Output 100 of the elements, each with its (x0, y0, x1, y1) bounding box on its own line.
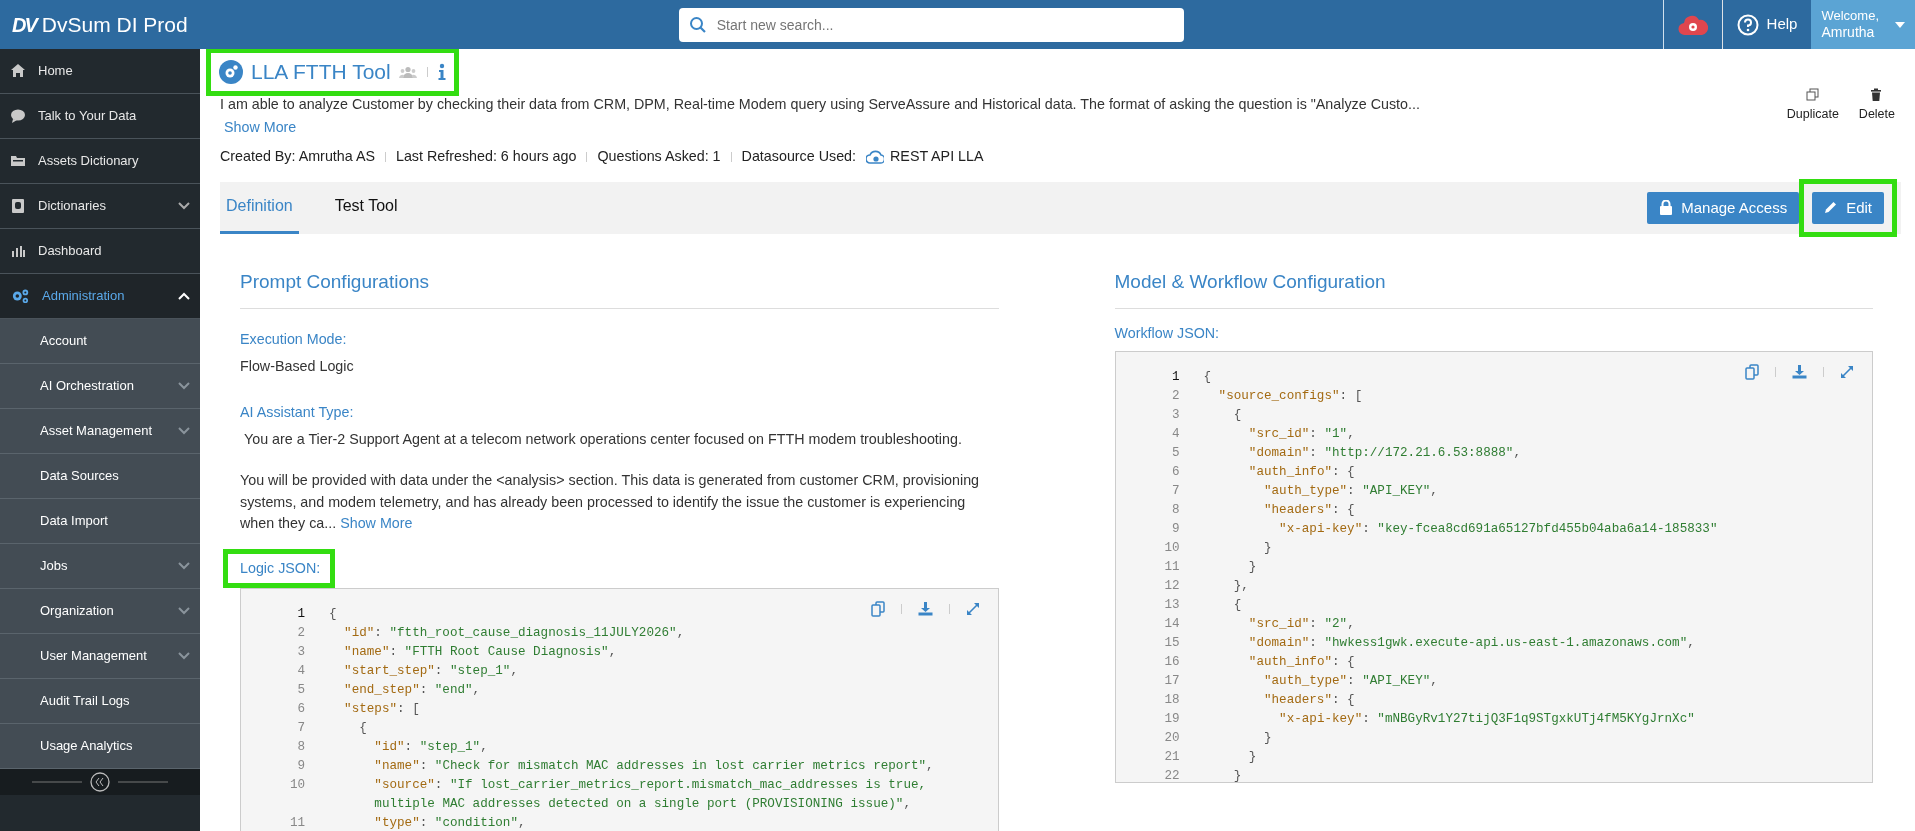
line-number: 4 (296, 663, 305, 681)
line-number: 17 (1163, 672, 1180, 690)
line-number: 21 (1163, 748, 1180, 766)
download-icon[interactable] (917, 602, 933, 617)
copy-icon[interactable] (1745, 363, 1759, 380)
line-number: 1 (296, 606, 305, 624)
chevron-down-icon[interactable] (178, 202, 190, 210)
section-heading: Prompt Configurations (240, 267, 999, 310)
line-number: 5 (1170, 444, 1180, 462)
show-more-link[interactable]: Show More (340, 515, 413, 532)
help-icon (1736, 13, 1759, 36)
code-line: "src_id": "2", (1247, 615, 1355, 633)
code-line: { (1232, 406, 1242, 424)
collapse-icon[interactable] (30, 771, 170, 793)
chevron-down-icon[interactable] (178, 382, 190, 390)
line-number: 3 (1170, 406, 1180, 424)
sidebar-item[interactable]: AI Orchestration (0, 364, 200, 409)
sidebar-item[interactable]: Assets Dictionary (0, 139, 200, 184)
sidebar-item[interactable]: Usage Analytics (0, 724, 200, 769)
cloud-gear-icon[interactable] (1677, 13, 1708, 36)
line-number: 1 (1170, 368, 1180, 386)
code-line: "domain": "http://172.21.6.53:8888", (1247, 444, 1521, 462)
code-line: { (1232, 596, 1242, 614)
meta-text: Created By: Amrutha AS (220, 147, 375, 167)
line-number: 20 (1163, 729, 1180, 747)
sidebar-item[interactable]: Data Import (0, 499, 200, 544)
sidebar-item[interactable]: Jobs (0, 544, 200, 589)
meta-text: Questions Asked: 1 (597, 147, 721, 167)
line-number: 2 (296, 625, 305, 643)
code-line: } (1232, 767, 1242, 785)
sidebar-item[interactable]: Organization (0, 589, 200, 634)
chevron-down-icon[interactable] (178, 427, 190, 435)
code-line: "auth_info": { (1247, 653, 1355, 671)
line-number: 19 (1163, 710, 1180, 728)
tool-title: LLA FTTH Tool (251, 59, 391, 85)
sidebar-item[interactable]: Dictionaries (0, 184, 200, 229)
code-line: "src_id": "1", (1247, 425, 1355, 443)
chevron-down-icon[interactable] (178, 607, 190, 615)
chevron-up-icon[interactable] (178, 292, 190, 300)
toolbar-button[interactable]: Edit (1812, 191, 1884, 224)
copy-icon (1806, 88, 1820, 101)
code-line: "name": "Check for mismatch MAC addresses in lost carrier metrics report", (373, 758, 934, 776)
code-line: } (1262, 539, 1272, 557)
folder-icon (10, 153, 26, 169)
show-more-link[interactable]: Show More (224, 116, 297, 139)
tool-description: I am able to analyze Customer by checking their data from CRM, DPM, Real-time Modem query using ServeAssure and Historical data. The format of asking the question is "Analyze Custo... (220, 94, 1420, 114)
chat-icon (10, 108, 26, 124)
code-line: }, (1232, 577, 1249, 595)
chevron-down-icon[interactable] (178, 562, 190, 570)
download-icon[interactable] (1792, 364, 1807, 379)
search-field[interactable]: Start new search... (678, 7, 1184, 42)
chevron-down-icon[interactable] (178, 652, 190, 660)
action-button[interactable]: Duplicate (1780, 87, 1845, 125)
tab[interactable]: Definition (220, 181, 299, 234)
sidebar-item[interactable]: User Management (0, 634, 200, 679)
action-button[interactable]: Delete (1852, 87, 1901, 125)
code-line: "source": "If lost_carrier_metrics_report.mismatch_mac_addresses is true, multiple MAC addresses detected on a single port (PROVISIONING issue)", (373, 777, 928, 814)
line-number: 2 (1170, 387, 1180, 405)
line-number: 7 (1170, 482, 1180, 500)
code-line: "x-api-key": "mNBGyRv1Y27tijQ3F1q9STgxkUTj4fM5KYgJrnXc" (1278, 710, 1695, 728)
toolbar-button[interactable]: Manage Access (1647, 191, 1800, 224)
sidebar-item[interactable]: Account (0, 319, 200, 364)
logo: DV (12, 12, 36, 38)
line-number: 14 (1163, 615, 1180, 633)
trash-icon (1870, 88, 1884, 101)
line-number: 6 (1170, 463, 1180, 481)
code-line: { (329, 606, 337, 624)
code-line: "id": "ftth_root_cause_diagnosis_11JULY2026", (343, 625, 685, 643)
line-number: 9 (1170, 520, 1180, 538)
caret-icon (1895, 21, 1905, 28)
sidebar-item[interactable]: Asset Management (0, 409, 200, 454)
sidebar-item[interactable]: Talk to Your Data (0, 94, 200, 139)
field-label: AI Assistant Type: (240, 403, 355, 423)
line-number: 4 (1170, 425, 1180, 443)
sidebar-item[interactable]: Audit Trail Logs (0, 679, 200, 724)
line-number: 11 (1163, 558, 1180, 576)
sidebar-item[interactable]: Home (0, 49, 200, 94)
field-value: Flow-Based Logic (240, 356, 355, 376)
expand-icon[interactable] (1840, 364, 1854, 379)
code-line: "auth_type": "API_KEY", (1262, 482, 1438, 500)
tab[interactable]: Test Tool (314, 181, 418, 234)
pencil-icon (1824, 199, 1839, 216)
info-icon[interactable] (437, 62, 446, 81)
code-line: "id": "step_1", (373, 739, 488, 757)
line-number: 13 (1163, 596, 1180, 614)
datasource-name: REST API LLA (890, 147, 984, 167)
line-number: 18 (1163, 691, 1180, 709)
field-label: Workflow JSON: (1114, 325, 1220, 342)
sidebar-item[interactable]: Administration (0, 274, 200, 319)
line-number: 8 (1170, 501, 1180, 519)
code-line: "type": "condition", (373, 815, 526, 831)
app-name: DvSum DI Prod (41, 11, 188, 38)
expand-icon[interactable] (965, 602, 980, 617)
sidebar-item[interactable]: Data Sources (0, 454, 200, 499)
line-number: 11 (288, 815, 305, 831)
code-line: } (1247, 558, 1257, 576)
code-line: "steps": [ (343, 701, 420, 719)
code-line: "auth_info": { (1247, 463, 1355, 481)
line-number: 12 (1163, 577, 1180, 595)
copy-icon[interactable] (870, 601, 885, 618)
